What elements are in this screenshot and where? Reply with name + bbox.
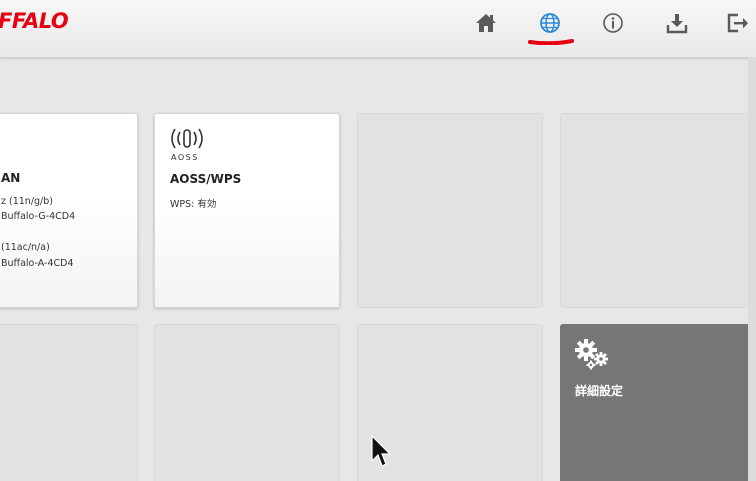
home-icon[interactable] (473, 10, 499, 36)
gears-icon (575, 339, 608, 370)
aoss-icon (171, 128, 203, 149)
buffalo-logo[interactable]: FFALO (0, 9, 69, 33)
router-admin-page: FFALO AN z (11n/g/b) Buffalo-G-4CD4 (11a… (0, 0, 756, 481)
active-nav-underline (528, 39, 574, 45)
wps-status: WPS: 有効 (170, 199, 217, 210)
tile-wireless[interactable]: AN z (11n/g/b) Buffalo-G-4CD4 (11ac/n/a)… (0, 113, 138, 308)
wifi-icon (0, 130, 5, 160)
wireless-band-2g: z (11n/g/b) (1, 196, 53, 207)
wireless-ssid-5g: Buffalo-A-4CD4 (1, 258, 74, 269)
tile-empty-2 (560, 113, 756, 308)
scrollbar-edge[interactable] (748, 57, 756, 481)
tile-advanced-title: 詳細設定 (575, 384, 624, 398)
tile-empty-3 (0, 324, 138, 481)
top-header: FFALO (0, 0, 756, 58)
tile-aoss[interactable]: AOSS AOSS/WPS WPS: 有効 (154, 113, 340, 308)
aoss-icon-caption: AOSS (171, 153, 199, 162)
tile-aoss-title: AOSS/WPS (170, 172, 242, 186)
download-icon[interactable] (664, 10, 690, 36)
logout-icon[interactable] (726, 10, 748, 36)
tile-empty-1 (357, 113, 543, 308)
wireless-ssid-2g: Buffalo-G-4CD4 (1, 211, 76, 222)
info-icon[interactable] (600, 10, 626, 36)
tile-advanced-settings[interactable]: 詳細設定 (560, 324, 756, 481)
tile-empty-4 (154, 324, 340, 481)
tile-wireless-title: AN (1, 171, 21, 185)
mouse-cursor-icon (371, 435, 392, 467)
globe-icon[interactable] (537, 10, 563, 36)
wireless-band-5g: (11ac/n/a) (1, 242, 50, 253)
